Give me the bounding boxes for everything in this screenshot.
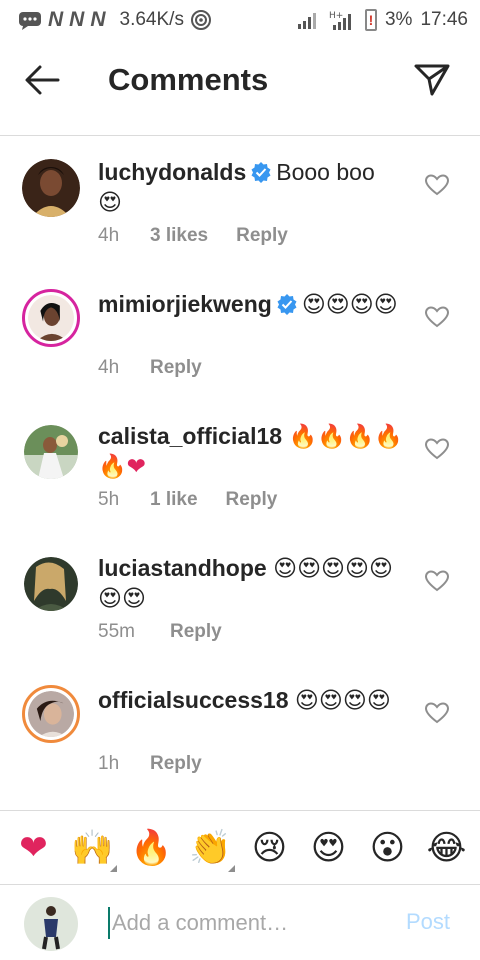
verified-badge-icon xyxy=(277,294,297,315)
verified-badge-icon xyxy=(251,162,271,183)
network-n-icon: N xyxy=(48,8,64,31)
comment-text: Booo boo xyxy=(276,159,375,185)
emoji-laugh-button[interactable]: 😂 xyxy=(421,828,473,868)
comment-input[interactable] xyxy=(108,907,398,939)
comment-meta: 1h Reply xyxy=(98,753,202,775)
signal-hplus-icon: H+ xyxy=(329,9,357,31)
network-speed: 3.64K/s xyxy=(119,9,184,30)
page-title: Comments xyxy=(108,62,269,97)
comment-body: calista_official18 🔥🔥🔥🔥🔥❤ xyxy=(98,421,408,481)
comment-username[interactable]: calista_official18 xyxy=(98,423,282,449)
chat-icon xyxy=(18,10,42,30)
comment-time: 4h xyxy=(98,357,120,378)
comment-likes[interactable]: 3 likes xyxy=(150,225,208,247)
comment-username[interactable]: officialsuccess18 xyxy=(98,687,289,713)
reply-button[interactable]: Reply xyxy=(170,621,222,643)
comment-time: 1h xyxy=(98,753,120,774)
comment-meta: 55m Reply xyxy=(98,621,222,643)
heart-outline-icon[interactable] xyxy=(424,305,450,329)
comment-body: luciastandhope 😍😍😍😍😍😍😍 xyxy=(98,553,408,613)
heart-outline-icon[interactable] xyxy=(424,569,450,593)
reply-button[interactable]: Reply xyxy=(150,753,202,775)
emoji-heart-eyes-button[interactable]: 😍 xyxy=(303,828,355,868)
avatar[interactable] xyxy=(24,425,78,479)
comment-time: 55m xyxy=(98,621,135,642)
comment-composer: Post xyxy=(0,884,480,960)
heart-outline-icon[interactable] xyxy=(424,701,450,725)
battery-icon: ! xyxy=(364,9,377,31)
comment-username[interactable]: mimiorjiekweng xyxy=(98,291,272,317)
reply-button[interactable]: Reply xyxy=(236,225,288,247)
heart-outline-icon[interactable] xyxy=(424,437,450,461)
signal-icon xyxy=(297,10,321,30)
comment-emoji: 😍😍😍😍 xyxy=(294,687,391,713)
svg-text:H+: H+ xyxy=(329,11,343,21)
comment-body: mimiorjiekweng 😍😍😍😍 xyxy=(98,289,408,319)
comment-likes[interactable]: 1 like xyxy=(150,489,198,511)
network-n-icon: N xyxy=(90,8,106,31)
arrow-left-icon xyxy=(25,65,60,95)
avatar xyxy=(24,897,78,951)
back-button[interactable] xyxy=(22,62,62,98)
battery-percent: 3% xyxy=(384,9,413,30)
status-bar: N N N 3.64K/s H+ ! 3% 17:46 xyxy=(0,0,480,40)
avatar[interactable] xyxy=(22,289,80,347)
comment-meta: 4h Reply xyxy=(98,357,202,379)
reply-button[interactable]: Reply xyxy=(226,489,278,511)
avatar[interactable] xyxy=(24,557,78,611)
reply-button[interactable]: Reply xyxy=(150,357,202,379)
emoji-sad-button[interactable]: 😢 xyxy=(244,828,296,868)
network-n-icon: N xyxy=(69,8,85,31)
comment-body: officialsuccess18 😍😍😍😍 xyxy=(98,685,408,715)
avatar[interactable] xyxy=(22,685,80,743)
comment-body: luchydonalds Booo boo 😍 xyxy=(98,157,408,217)
emoji-quick-bar: ❤ 🙌 🔥 👏 😢 😍 😮 😂 xyxy=(0,810,480,884)
post-button[interactable]: Post xyxy=(406,909,450,935)
avatar[interactable] xyxy=(22,159,80,217)
comment-time: 5h xyxy=(98,489,120,510)
emoji-surprised-button[interactable]: 😮 xyxy=(362,828,414,868)
clock: 17:46 xyxy=(420,9,468,30)
comment-emoji: 😍 xyxy=(98,189,122,215)
comment-username[interactable]: luchydonalds xyxy=(98,159,246,185)
comment-emoji: 😍😍😍😍 xyxy=(301,291,398,317)
comment-meta: 4h 3 likes Reply xyxy=(98,225,288,247)
heart-outline-icon[interactable] xyxy=(424,173,450,197)
emoji-fire-button[interactable]: 🔥 xyxy=(126,828,178,868)
comment-meta: 5h 1 like Reply xyxy=(98,489,277,511)
emoji-clap-button[interactable]: 👏 xyxy=(185,828,237,872)
emoji-raised-hands-button[interactable]: 🙌 xyxy=(67,828,119,872)
share-button[interactable] xyxy=(412,60,452,100)
comment-username[interactable]: luciastandhope xyxy=(98,555,267,581)
header: Comments xyxy=(0,40,480,136)
hotspot-icon xyxy=(190,9,212,31)
paper-plane-icon xyxy=(414,64,450,96)
comment-time: 4h xyxy=(98,225,120,246)
emoji-heart-button[interactable]: ❤ xyxy=(8,828,60,868)
